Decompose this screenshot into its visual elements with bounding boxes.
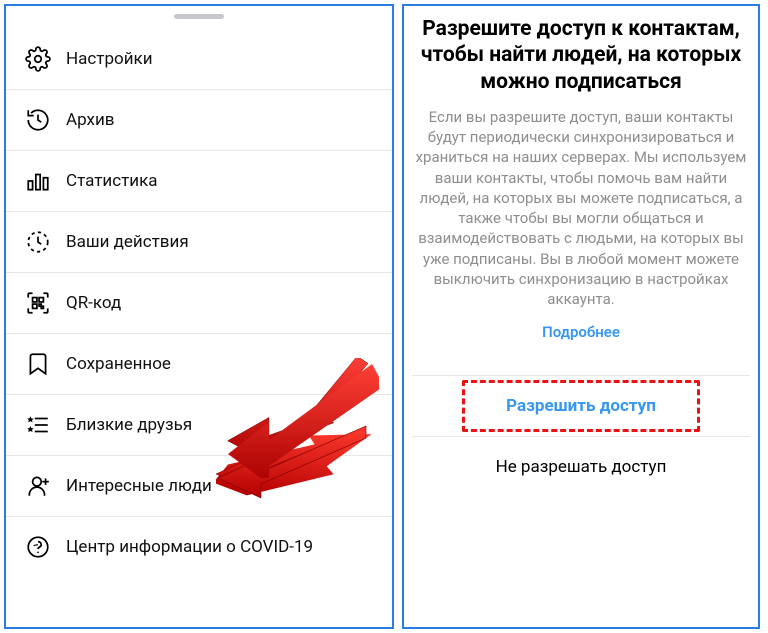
menu-item-settings[interactable]: Настройки bbox=[6, 29, 392, 90]
dialog-body: Если вы разрешите доступ, ваши контакты … bbox=[412, 107, 750, 310]
stats-icon bbox=[24, 167, 52, 195]
settings-icon bbox=[24, 45, 52, 73]
menu-list: Настройки Архив bbox=[6, 29, 392, 577]
learn-more-link[interactable]: Подробнее bbox=[412, 323, 750, 341]
menu-item-covid[interactable]: Центр информации о COVID-19 bbox=[6, 517, 392, 577]
archive-icon bbox=[24, 106, 52, 134]
covid-icon bbox=[24, 533, 52, 561]
drawer-drag-handle[interactable] bbox=[174, 14, 224, 19]
close-friends-icon bbox=[24, 411, 52, 439]
menu-item-label: Статистика bbox=[66, 171, 158, 191]
settings-drawer: Настройки Архив bbox=[4, 4, 394, 629]
menu-item-qr[interactable]: QR-код bbox=[6, 273, 392, 334]
contacts-permission-dialog: Разрешите доступ к контактам, чтобы найт… bbox=[402, 4, 760, 629]
menu-item-label: Архив bbox=[66, 110, 114, 130]
menu-item-close-friends[interactable]: Близкие друзья bbox=[6, 395, 392, 456]
qr-icon bbox=[24, 289, 52, 317]
menu-item-label: Близкие друзья bbox=[66, 415, 192, 435]
menu-item-label: Центр информации о COVID-19 bbox=[66, 537, 313, 557]
menu-item-discover-people[interactable]: Интересные люди bbox=[6, 456, 392, 517]
saved-icon bbox=[24, 350, 52, 378]
menu-item-archive[interactable]: Архив bbox=[6, 90, 392, 151]
dialog-title: Разрешите доступ к контактам, чтобы найт… bbox=[414, 16, 748, 95]
allow-access-button[interactable]: Разрешить доступ bbox=[412, 375, 750, 437]
menu-item-activity[interactable]: Ваши действия bbox=[6, 212, 392, 273]
deny-access-button[interactable]: Не разрешать доступ bbox=[412, 437, 750, 487]
menu-item-label: Интересные люди bbox=[66, 476, 212, 496]
menu-item-label: Сохраненное bbox=[66, 354, 171, 374]
discover-icon bbox=[24, 472, 52, 500]
menu-item-label: Ваши действия bbox=[66, 232, 189, 252]
menu-item-stats[interactable]: Статистика bbox=[6, 151, 392, 212]
activity-icon bbox=[24, 228, 52, 256]
menu-item-label: Настройки bbox=[66, 49, 153, 69]
menu-item-label: QR-код bbox=[66, 293, 121, 313]
menu-item-saved[interactable]: Сохраненное bbox=[6, 334, 392, 395]
